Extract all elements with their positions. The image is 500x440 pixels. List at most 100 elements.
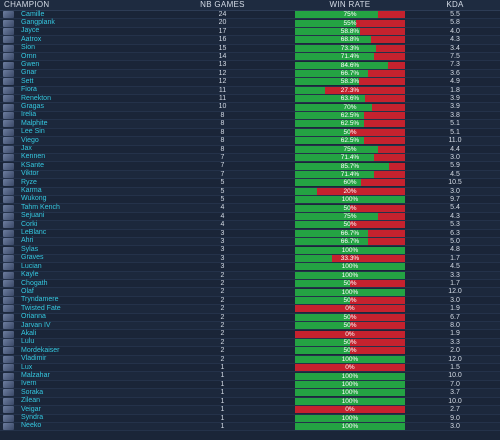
champion-name[interactable]: Akali — [21, 330, 36, 338]
champion-name[interactable]: Malphite — [21, 120, 47, 128]
champion-name[interactable]: Chogath — [21, 280, 47, 288]
champion-name[interactable]: Kennen — [21, 153, 45, 161]
table-row[interactable]: Orianna 2 50% 6.7 — [0, 313, 500, 323]
table-row[interactable]: Twisted Fate 2 0% 1.9 — [0, 305, 500, 314]
table-row[interactable]: Gangplank 20 55% 5.8 — [0, 19, 500, 28]
table-row[interactable]: Ahri 3 66.7% 5.0 — [0, 237, 500, 247]
champion-name[interactable]: Kayle — [21, 271, 39, 279]
champion-name[interactable]: Camille — [21, 11, 44, 19]
table-row[interactable]: Lee Sin 8 50% 5.1 — [0, 128, 500, 138]
champion-name[interactable]: Gnar — [21, 69, 37, 77]
champion-name[interactable]: Soraka — [21, 389, 43, 397]
champion-name[interactable]: Tahm Kench — [21, 204, 60, 212]
table-row[interactable]: Graves 3 33.3% 1.7 — [0, 254, 500, 264]
champion-name[interactable]: Jax — [21, 145, 32, 153]
column-header-kda[interactable]: KDA — [410, 0, 500, 10]
table-row[interactable]: Kayle 2 100% 3.3 — [0, 271, 500, 280]
table-row[interactable]: Neeko 1 100% 3.0 — [0, 422, 500, 432]
champion-name[interactable]: Orianna — [21, 313, 46, 321]
column-header-games[interactable]: NB GAMES — [155, 0, 290, 10]
table-row[interactable]: Ornn 14 71.4% 7.5 — [0, 53, 500, 62]
table-row[interactable]: Ryze 5 60% 10.5 — [0, 179, 500, 188]
table-row[interactable]: Veigar 1 0% 2.7 — [0, 406, 500, 415]
champion-name[interactable]: Veigar — [21, 406, 41, 414]
champion-name[interactable]: Jarvan IV — [21, 322, 51, 330]
champion-name[interactable]: Lulu — [21, 338, 34, 346]
table-row[interactable]: Lux 1 0% 1.5 — [0, 364, 500, 373]
champion-name[interactable]: Zilean — [21, 397, 40, 405]
champion-name[interactable]: Aatrox — [21, 36, 41, 44]
table-row[interactable]: Fiora 11 27.3% 1.8 — [0, 86, 500, 96]
table-row[interactable]: Gragas 10 70% 3.9 — [0, 103, 500, 112]
champion-name[interactable]: Olaf — [21, 288, 34, 296]
champion-name[interactable]: Karma — [21, 187, 42, 195]
table-row[interactable]: Akali 2 0% 1.9 — [0, 330, 500, 339]
champion-name[interactable]: Twisted Fate — [21, 305, 61, 313]
champion-name[interactable]: Lux — [21, 364, 32, 372]
table-row[interactable]: Jax 8 75% 4.4 — [0, 145, 500, 154]
table-row[interactable]: KSante 7 85.7% 5.9 — [0, 162, 500, 171]
champion-name[interactable]: Sylas — [21, 246, 38, 254]
table-row[interactable]: Mordekaiser 2 50% 2.0 — [0, 347, 500, 356]
champion-name[interactable]: Irelia — [21, 111, 36, 119]
champion-name[interactable]: Lucian — [21, 263, 42, 271]
table-row[interactable]: Irelia 8 62.5% 3.8 — [0, 111, 500, 121]
table-row[interactable]: Sylas 3 100% 4.8 — [0, 246, 500, 255]
champion-name[interactable]: Viktor — [21, 170, 39, 178]
champion-name[interactable]: Neeko — [21, 422, 41, 430]
table-row[interactable]: Lulu 2 50% 3.3 — [0, 338, 500, 348]
champion-name[interactable]: Renekton — [21, 95, 51, 103]
table-row[interactable]: Tryndamere 2 50% 3.0 — [0, 296, 500, 306]
table-row[interactable]: Soraka 1 100% 3.7 — [0, 389, 500, 398]
table-row[interactable]: Malzahar 1 100% 10.0 — [0, 372, 500, 381]
table-row[interactable]: Jarvan IV 2 50% 8.0 — [0, 322, 500, 331]
champion-name[interactable]: Sett — [21, 78, 33, 86]
champion-name[interactable]: LeBlanc — [21, 229, 46, 237]
table-row[interactable]: Zilean 1 100% 10.0 — [0, 397, 500, 407]
table-row[interactable]: Malphite 8 62.5% 5.1 — [0, 120, 500, 129]
table-row[interactable]: LeBlanc 3 66.7% 6.3 — [0, 229, 500, 238]
column-header-champion[interactable]: CHAMPION — [0, 0, 155, 10]
table-row[interactable]: Gwen 13 84.6% 7.3 — [0, 61, 500, 70]
champion-name[interactable]: Jayce — [21, 27, 39, 35]
table-row[interactable]: Renekton 11 63.6% 3.9 — [0, 95, 500, 104]
champion-name[interactable]: Ivern — [21, 380, 37, 388]
champion-name[interactable]: Sejuani — [21, 212, 44, 220]
champion-name[interactable]: Ahri — [21, 237, 33, 245]
table-row[interactable]: Camille 24 75% 5.5 — [0, 11, 500, 20]
champion-name[interactable]: Wukong — [21, 195, 47, 203]
champion-name[interactable]: Vladimir — [21, 355, 46, 363]
column-header-winrate[interactable]: WIN RATE — [290, 0, 410, 10]
table-row[interactable]: Syndra 1 100% 9.0 — [0, 414, 500, 423]
champion-name[interactable]: Malzahar — [21, 372, 50, 380]
champion-name[interactable]: Gragas — [21, 103, 44, 111]
champion-name[interactable]: Gangplank — [21, 19, 55, 27]
table-row[interactable]: Sion 15 73.3% 3.4 — [0, 44, 500, 54]
table-row[interactable]: Gnar 12 66.7% 3.6 — [0, 69, 500, 79]
table-row[interactable]: Chogath 2 50% 1.7 — [0, 280, 500, 289]
champion-name[interactable]: Fiora — [21, 86, 37, 94]
champion-name[interactable]: Gwen — [21, 61, 39, 69]
table-row[interactable]: Jayce 17 58.8% 4.0 — [0, 27, 500, 37]
champion-name[interactable]: Viego — [21, 137, 39, 145]
table-row[interactable]: Olaf 2 100% 12.0 — [0, 288, 500, 297]
table-row[interactable]: Sejuani 4 75% 4.3 — [0, 212, 500, 222]
table-row[interactable]: Tahm Kench 4 50% 5.4 — [0, 204, 500, 213]
champion-name[interactable]: Mordekaiser — [21, 347, 60, 355]
champion-name[interactable]: Ryze — [21, 179, 37, 187]
champion-name[interactable]: Corki — [21, 221, 37, 229]
table-row[interactable]: Vladimir 2 100% 12.0 — [0, 355, 500, 365]
champion-name[interactable]: Graves — [21, 254, 44, 262]
table-row[interactable]: Sett 12 58.3% 4.9 — [0, 78, 500, 87]
champion-name[interactable]: Tryndamere — [21, 296, 58, 304]
champion-name[interactable]: KSante — [21, 162, 44, 170]
table-row[interactable]: Wukong 5 100% 9.7 — [0, 195, 500, 205]
table-row[interactable]: Viego 8 62.5% 11.0 — [0, 137, 500, 146]
table-row[interactable]: Kennen 7 71.4% 3.0 — [0, 153, 500, 163]
table-row[interactable]: Corki 4 50% 5.3 — [0, 221, 500, 230]
table-row[interactable]: Karma 5 20% 3.0 — [0, 187, 500, 196]
table-row[interactable]: Aatrox 16 68.8% 4.3 — [0, 36, 500, 45]
champion-name[interactable]: Lee Sin — [21, 128, 45, 136]
champion-name[interactable]: Ornn — [21, 53, 37, 61]
table-row[interactable]: Viktor 7 71.4% 4.5 — [0, 170, 500, 180]
